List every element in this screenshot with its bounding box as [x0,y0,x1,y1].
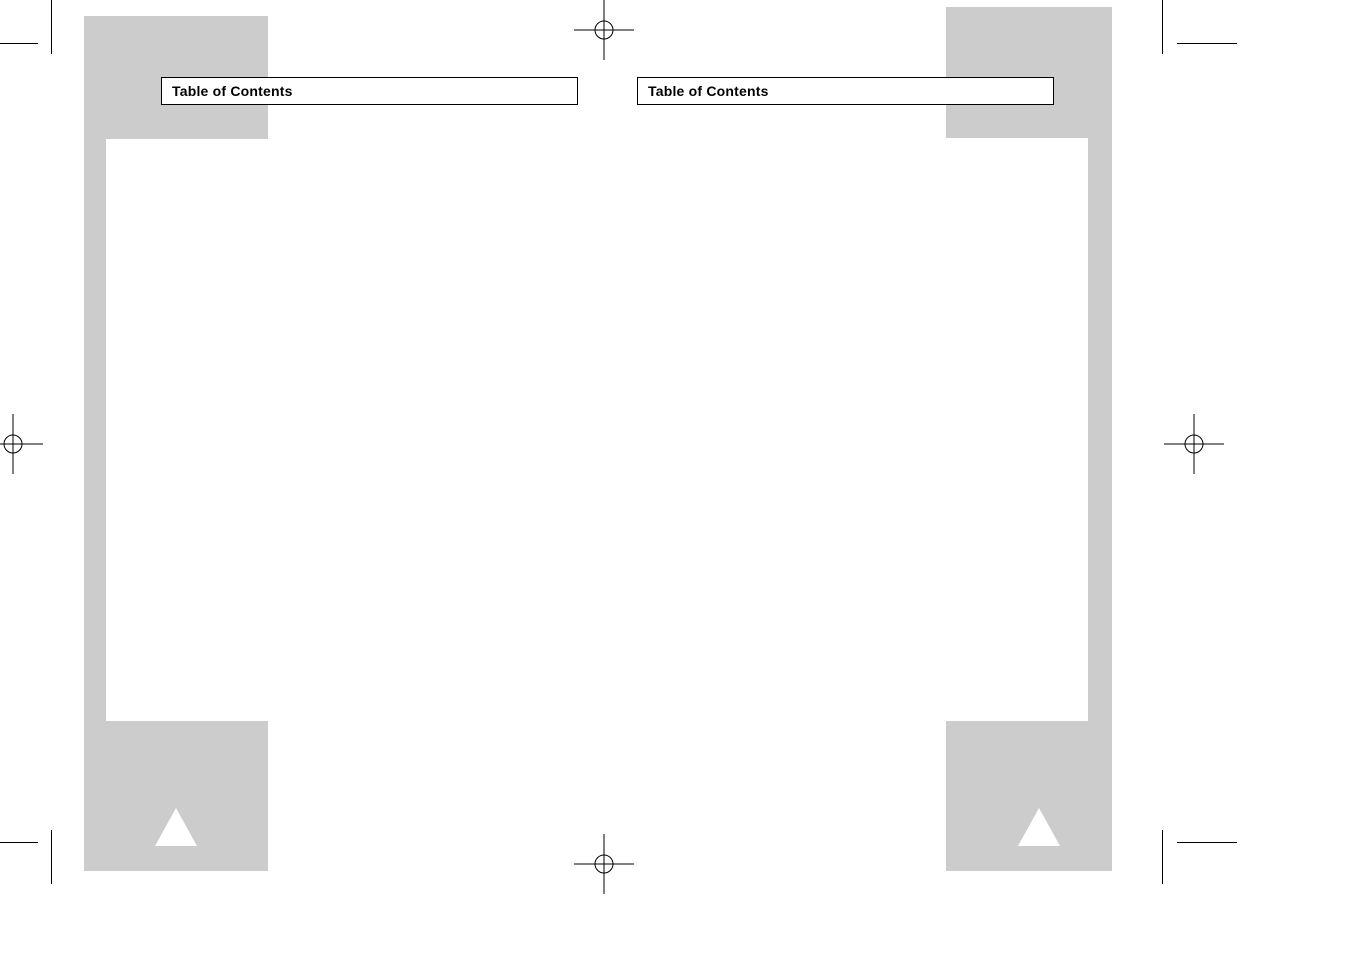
registration-mark-icon [0,414,43,474]
bleed-tab [84,721,268,871]
bleed-strip [1088,138,1112,721]
section-title: Table of Contents [172,83,293,99]
section-title-box: Table of Contents [637,77,1054,105]
crop-mark [51,0,52,54]
crop-mark [1162,0,1163,54]
triangle-marker-icon [1018,808,1060,846]
section-title-box: Table of Contents [161,77,578,105]
crop-mark [0,842,38,843]
registration-mark-icon [574,834,634,894]
crop-mark [1162,830,1163,884]
section-title: Table of Contents [648,83,769,99]
bleed-tab [946,721,1112,871]
crop-mark [51,830,52,884]
crop-mark [0,43,38,44]
triangle-marker-icon [155,808,197,846]
bleed-strip [84,139,106,721]
crop-mark [1177,43,1237,44]
bleed-tab [946,7,1112,138]
registration-mark-icon [1164,414,1224,474]
registration-mark-icon [574,0,634,60]
crop-mark [1177,842,1237,843]
